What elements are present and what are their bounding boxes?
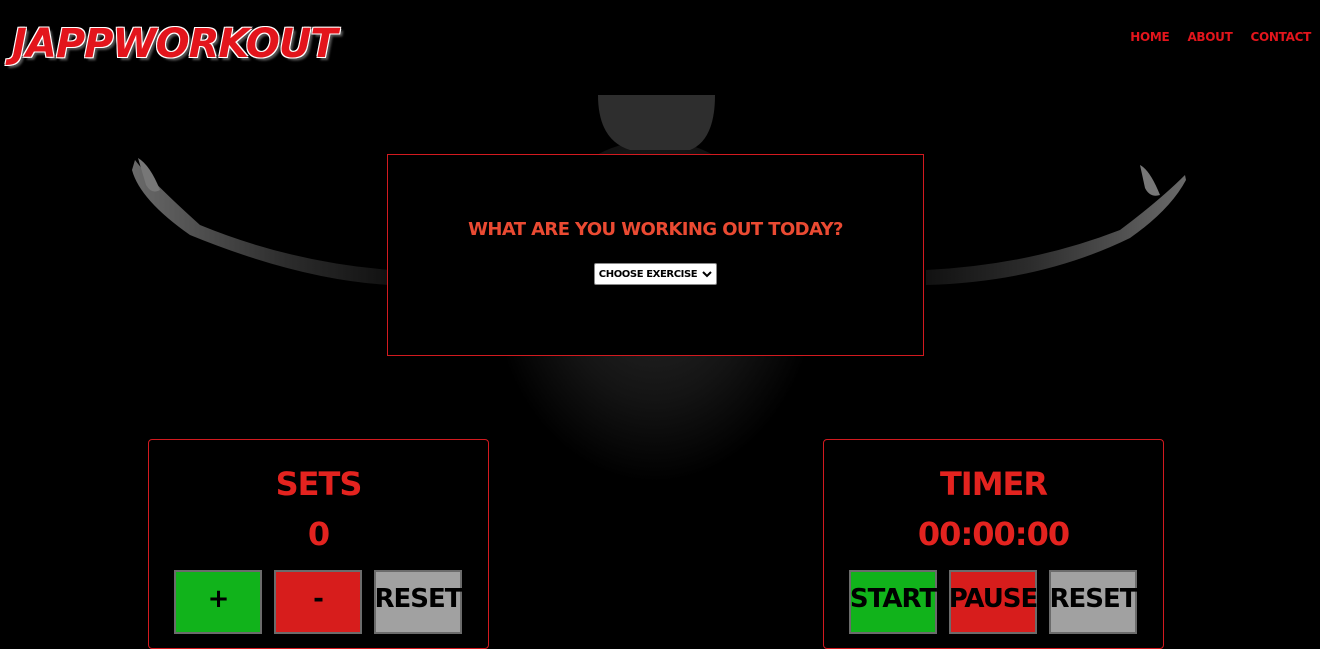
exercise-select[interactable]: CHOOSE EXERCISE <box>593 263 718 285</box>
sets-reset-button[interactable]: RESET <box>374 570 463 634</box>
exercise-select-value: CHOOSE EXERCISE <box>598 268 698 280</box>
timer-pause-button[interactable]: PAUSE <box>949 570 1038 634</box>
nav-home-link[interactable]: HOME <box>1130 30 1169 44</box>
timer-title: TIMER <box>939 465 1048 503</box>
timer-start-button[interactable]: START <box>849 570 937 634</box>
sets-button-row: + - RESET <box>174 570 463 634</box>
sets-increment-button[interactable]: + <box>174 570 262 634</box>
timer-button-row: START PAUSE RESET <box>849 570 1138 634</box>
sets-card: SETS 0 + - RESET <box>148 439 489 649</box>
sets-decrement-button[interactable]: - <box>274 570 362 634</box>
brand-logo[interactable]: JAPPWORKOUT <box>12 16 338 72</box>
nav-about-link[interactable]: ABOUT <box>1187 30 1232 44</box>
exercise-question: WHAT ARE YOU WORKING OUT TODAY? <box>468 219 843 240</box>
sets-count: 0 <box>307 515 330 553</box>
timer-display: 00:00:00 <box>917 515 1070 553</box>
main-nav: HOME ABOUT CONTACT <box>1130 30 1311 44</box>
timer-reset-button[interactable]: RESET <box>1049 570 1138 634</box>
chevron-down-icon <box>702 271 712 278</box>
exercise-panel: WHAT ARE YOU WORKING OUT TODAY? CHOOSE E… <box>387 154 924 356</box>
timer-card: TIMER 00:00:00 START PAUSE RESET <box>823 439 1164 649</box>
sets-title: SETS <box>275 465 363 503</box>
nav-contact-link[interactable]: CONTACT <box>1251 30 1312 44</box>
